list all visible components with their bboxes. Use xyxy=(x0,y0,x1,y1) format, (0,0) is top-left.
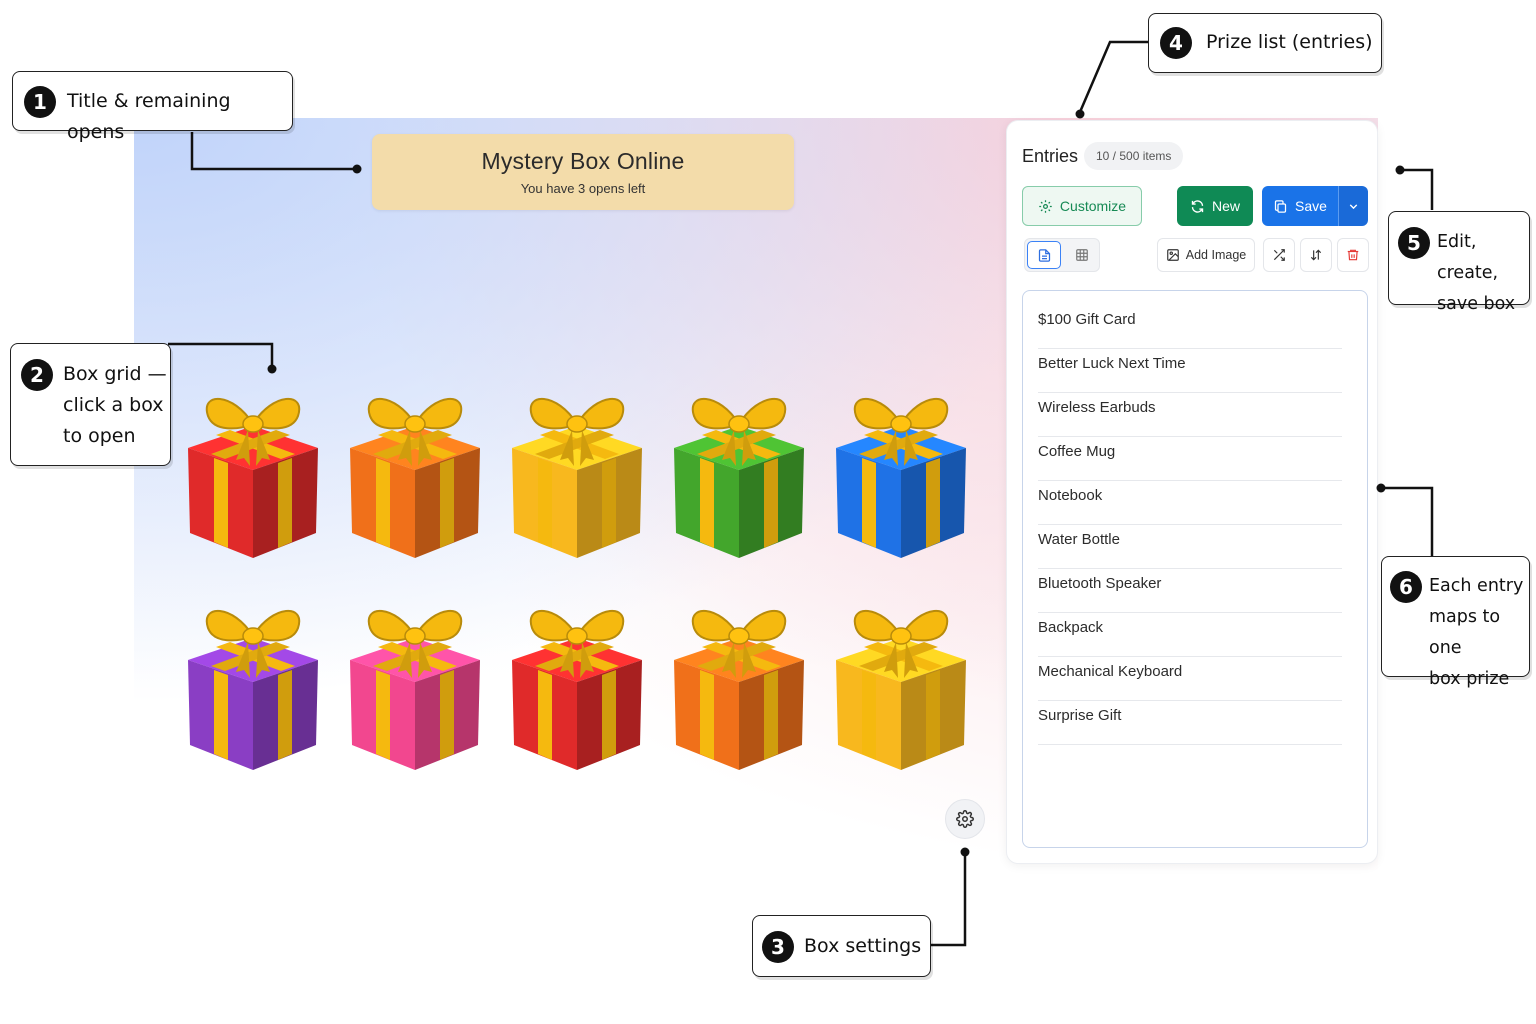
gift-box-icon xyxy=(188,610,318,770)
callout-text: Box grid — click a box to open xyxy=(63,359,167,452)
callout-text: Each entry maps to one box prize xyxy=(1429,571,1529,695)
callout-5: 5 Edit, create, save box xyxy=(1388,211,1530,314)
callout-line: click a box xyxy=(63,394,164,416)
list-item[interactable]: Surprise Gift xyxy=(1038,701,1342,745)
callout-2: 2 Box grid — click a box to open xyxy=(10,343,171,466)
grid-view-button[interactable] xyxy=(1065,241,1099,269)
gift-box[interactable] xyxy=(340,378,490,568)
gift-box[interactable] xyxy=(826,590,976,780)
title-banner: Mystery Box Online You have 3 opens left xyxy=(372,134,794,210)
refresh-icon xyxy=(1191,199,1204,213)
list-item[interactable]: Wireless Earbuds xyxy=(1038,393,1342,437)
callout-line: maps to one xyxy=(1429,607,1501,658)
box-grid xyxy=(178,378,988,788)
save-label: Save xyxy=(1295,198,1327,214)
callout-6: 6 Each entry maps to one box prize xyxy=(1381,556,1530,689)
shuffle-button[interactable] xyxy=(1263,238,1295,272)
gift-box[interactable] xyxy=(502,590,652,780)
gift-box-icon xyxy=(350,398,480,558)
list-item[interactable]: Better Luck Next Time xyxy=(1038,349,1342,393)
gear-icon xyxy=(1039,199,1052,213)
gift-box-icon xyxy=(512,398,642,558)
new-button[interactable]: New xyxy=(1177,186,1253,226)
view-toggle xyxy=(1024,238,1100,272)
gift-box-icon xyxy=(674,610,804,770)
gift-box[interactable] xyxy=(502,378,652,568)
list-item[interactable]: Coffee Mug xyxy=(1038,437,1342,481)
callout-line: Edit, create, xyxy=(1437,232,1499,283)
chevron-down-icon xyxy=(1349,203,1358,209)
callout-line: Each entry xyxy=(1429,576,1524,596)
save-options-button[interactable] xyxy=(1338,186,1368,226)
gift-box[interactable] xyxy=(826,378,976,568)
callout-number: 4 xyxy=(1160,27,1192,59)
list-item[interactable]: Mechanical Keyboard xyxy=(1038,657,1342,701)
entries-panel: Entries 10 / 500 items Customize New Sav… xyxy=(1006,120,1378,864)
callout-number: 5 xyxy=(1398,227,1430,259)
callout-line: box prize xyxy=(1429,669,1510,689)
callout-number: 3 xyxy=(762,931,794,963)
callout-text: Prize list (entries) xyxy=(1206,31,1373,53)
callout-text: Title & remaining opens xyxy=(67,90,231,143)
callout-number: 2 xyxy=(21,359,53,391)
sort-button[interactable] xyxy=(1300,238,1332,272)
document-icon xyxy=(1038,248,1050,262)
remaining-opens: You have 3 opens left xyxy=(520,181,646,196)
add-image-label: Add Image xyxy=(1185,248,1247,262)
list-item[interactable]: $100 Gift Card xyxy=(1038,305,1342,349)
list-item[interactable]: Backpack xyxy=(1038,613,1342,657)
gift-box-icon xyxy=(350,610,480,770)
callout-text: Edit, create, save box xyxy=(1437,227,1529,320)
delete-button[interactable] xyxy=(1337,238,1369,272)
grid-icon xyxy=(1076,249,1088,261)
gift-box[interactable] xyxy=(664,378,814,568)
shuffle-icon xyxy=(1273,249,1285,261)
gift-box[interactable] xyxy=(178,378,328,568)
entry-count-badge: 10 / 500 items xyxy=(1084,142,1184,170)
callout-line: Box grid — xyxy=(63,363,167,385)
trash-icon xyxy=(1347,249,1359,261)
copy-icon xyxy=(1274,199,1287,213)
list-item[interactable]: Water Bottle xyxy=(1038,525,1342,569)
new-label: New xyxy=(1211,198,1240,214)
gift-box-icon xyxy=(674,398,804,558)
callout-line: save box xyxy=(1437,294,1516,314)
list-view-button[interactable] xyxy=(1027,241,1061,269)
customize-label: Customize xyxy=(1059,198,1127,214)
gift-box-icon xyxy=(512,610,642,770)
callout-line: to open xyxy=(63,425,136,447)
customize-button[interactable]: Customize xyxy=(1022,186,1142,226)
image-plus-icon xyxy=(1166,249,1179,261)
gear-icon xyxy=(956,810,974,828)
box-settings-button[interactable] xyxy=(945,799,985,839)
page-title: Mystery Box Online xyxy=(481,148,685,174)
add-image-button[interactable]: Add Image xyxy=(1157,238,1255,272)
gift-box[interactable] xyxy=(178,590,328,780)
list-item[interactable]: Notebook xyxy=(1038,481,1342,525)
callout-1: 1 Title & remaining opens xyxy=(12,71,293,143)
list-item[interactable]: Bluetooth Speaker xyxy=(1038,569,1342,613)
sort-icon xyxy=(1310,249,1322,261)
save-button[interactable]: Save xyxy=(1262,186,1338,226)
callout-number: 1 xyxy=(24,86,56,118)
callout-text: Box settings xyxy=(804,935,922,957)
gift-box-icon xyxy=(836,610,966,770)
gift-box[interactable] xyxy=(664,590,814,780)
gift-box-icon xyxy=(836,398,966,558)
gift-box-icon xyxy=(188,398,318,558)
callout-number: 6 xyxy=(1390,571,1422,603)
panel-title: Entries xyxy=(1022,146,1079,166)
callout-3: 3 Box settings xyxy=(752,915,931,977)
prize-list[interactable]: $100 Gift Card Better Luck Next Time Wirel… xyxy=(1022,290,1368,848)
gift-box[interactable] xyxy=(340,590,490,780)
callout-4: 4 Prize list (entries) xyxy=(1148,13,1382,73)
